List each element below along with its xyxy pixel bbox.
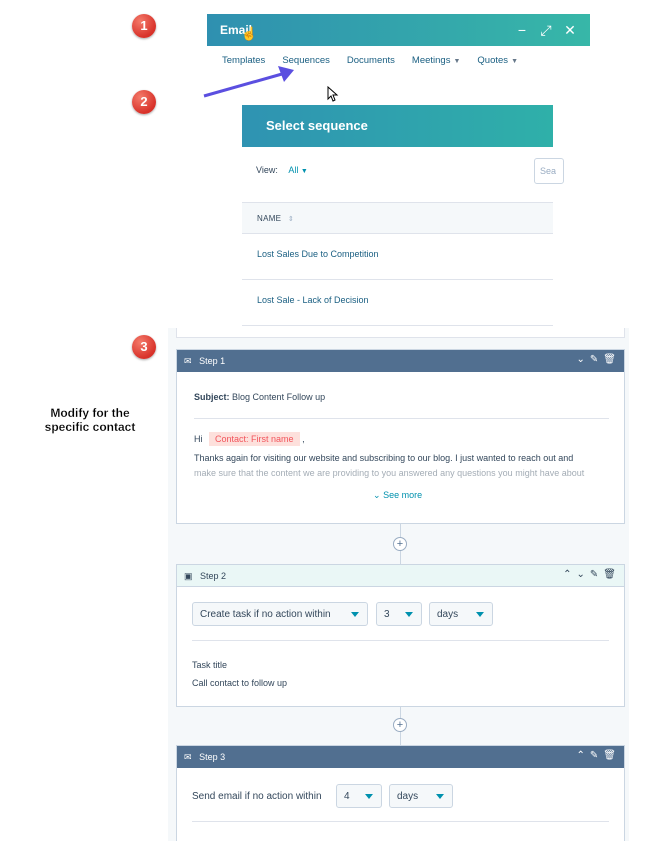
search-placeholder: Sea <box>540 166 557 176</box>
chevron-down-icon: ▼ <box>453 58 461 65</box>
hand-pointer-icon: ☝ <box>241 26 258 41</box>
mouse-cursor-icon <box>327 86 339 102</box>
task-action-value: Create task if no action within <box>200 609 331 620</box>
view-filter-value: All <box>288 165 299 175</box>
minimize-icon[interactable]: − <box>516 21 528 39</box>
caret-down-icon <box>365 794 373 799</box>
step-1-actions: ⌄ ✎ 🗑 <box>577 354 616 365</box>
task-icon: ▣ <box>184 571 193 581</box>
caret-down-icon <box>351 612 359 617</box>
step-3-label: Step 3 <box>199 752 226 762</box>
expand-icon[interactable]: ⤢ <box>540 21 552 39</box>
task-delay-unit: days <box>437 609 459 620</box>
step-card-3: ✉ Step 3 ⌃ ✎ 🗑 Send email if no action w… <box>176 745 625 841</box>
trash-icon[interactable]: 🗑 <box>603 354 616 365</box>
column-header-label: NAME <box>257 214 282 223</box>
step-3-actions: ⌃ ✎ 🗑 <box>577 750 616 761</box>
envelope-icon: ✉ <box>184 752 192 762</box>
task-delay-unit-select[interactable]: days <box>429 602 493 626</box>
step-2-label: Step 2 <box>200 571 227 581</box>
divider <box>192 640 609 641</box>
caret-down-icon <box>436 794 444 799</box>
see-more-link[interactable]: ⌄ See more <box>373 490 422 501</box>
nav-documents-label: Documents <box>346 55 395 66</box>
select-sequence-title: Select sequence <box>242 105 553 147</box>
task-title-label: Task title <box>192 660 228 670</box>
edit-icon[interactable]: ✎ <box>590 569 598 580</box>
email-delay-count: 4 <box>344 791 350 802</box>
view-filter[interactable]: View: All ▼ <box>256 165 308 175</box>
chevron-down-icon: ⌄ <box>373 490 381 500</box>
add-step-button[interactable]: + <box>393 718 407 732</box>
trash-icon[interactable]: 🗑 <box>603 750 616 761</box>
task-title-value: Call contact to follow up <box>192 678 288 688</box>
sequence-link[interactable]: Lost Sales Due to Competition <box>257 249 379 259</box>
caret-down-icon <box>405 612 413 617</box>
step-2-actions: ⌃ ⌄ ✎ 🗑 <box>563 569 616 580</box>
divider <box>194 418 609 419</box>
sequence-link[interactable]: Lost Sale - Lack of Decision <box>257 295 369 305</box>
sort-icon: ⇕ <box>287 216 295 223</box>
step-badge-2: 2 <box>132 90 156 114</box>
step-3-header: ✉ Step 3 ⌃ ✎ 🗑 <box>177 746 624 768</box>
step-1-header: ✉ Step 1 ⌄ ✎ 🗑 <box>177 350 624 372</box>
step-card-1: ✉ Step 1 ⌄ ✎ 🗑 Subject: Blog Content Fol… <box>176 349 625 524</box>
previous-card-edge <box>176 328 625 338</box>
chevron-up-icon[interactable]: ⌃ <box>563 569 571 580</box>
step-1-label: Step 1 <box>199 356 226 366</box>
see-more-label: See more <box>383 490 423 500</box>
nav-meetings[interactable]: Meetings ▼ <box>412 55 461 66</box>
nav-documents[interactable]: Documents <box>347 55 395 66</box>
chevron-down-icon[interactable]: ⌄ <box>577 354 585 365</box>
step-1-subject: Subject: Blog Content Follow up <box>194 392 325 402</box>
sequence-row[interactable]: Lost Sales Due to Competition <box>242 234 553 280</box>
email-delay-unit: days <box>397 791 419 802</box>
email-window-header[interactable]: Email ☝ − ⤢ ✕ <box>207 14 590 46</box>
window-controls: − ⤢ ✕ <box>516 21 576 39</box>
task-delay-count: 3 <box>384 609 390 620</box>
add-step-button[interactable]: + <box>393 537 407 551</box>
email-action-label: Send email if no action within <box>192 791 322 802</box>
step-badge-1: 1 <box>132 14 156 38</box>
pointer-arrow-icon <box>203 66 294 98</box>
divider <box>192 821 609 822</box>
caret-down-icon <box>476 612 484 617</box>
email-greeting: Hi Contact: First name , <box>194 432 305 446</box>
sequence-search-input[interactable]: Sea <box>534 158 564 184</box>
table-header-name[interactable]: NAME ⇕ <box>242 202 553 234</box>
annotation-note: Modify for the specific contact <box>44 406 136 434</box>
body-line: make sure that the content we are provid… <box>194 468 585 478</box>
task-delay-count-select[interactable]: 3 <box>376 602 422 626</box>
body-line: Thanks again for visiting our website an… <box>194 453 574 463</box>
personalization-token[interactable]: Contact: First name <box>209 432 300 446</box>
task-action-select[interactable]: Create task if no action within <box>192 602 368 626</box>
step-card-2: ▣ Step 2 ⌃ ⌄ ✎ 🗑 Create task if no actio… <box>176 564 625 707</box>
email-delay-count-select[interactable]: 4 <box>336 784 382 808</box>
view-filter-label: View: <box>256 165 278 175</box>
sequence-row[interactable]: Lost Sale - Lack of Decision <box>242 280 553 326</box>
nav-quotes-label: Quotes <box>477 55 509 66</box>
envelope-icon: ✉ <box>184 356 192 366</box>
email-body: Thanks again for visiting our website an… <box>194 451 614 481</box>
select-sequence-panel: Select sequence View: All ▼ Sea NAME ⇕ L… <box>242 105 564 330</box>
greeting-comma: , <box>302 434 305 444</box>
close-icon[interactable]: ✕ <box>564 21 576 39</box>
greeting-text: Hi <box>194 434 203 444</box>
step-2-header: ▣ Step 2 ⌃ ⌄ ✎ 🗑 <box>177 565 624 587</box>
edit-icon[interactable]: ✎ <box>590 354 598 365</box>
chevron-down-icon[interactable]: ⌄ <box>577 569 585 580</box>
subject-value: Blog Content Follow up <box>232 392 326 402</box>
trash-icon[interactable]: 🗑 <box>603 569 616 580</box>
email-delay-unit-select[interactable]: days <box>389 784 453 808</box>
subject-label: Subject: <box>194 392 230 402</box>
chevron-down-icon: ▼ <box>511 58 518 65</box>
nav-meetings-label: Meetings <box>411 55 451 66</box>
chevron-down-icon: ▼ <box>300 168 308 175</box>
step-badge-3: 3 <box>132 335 156 359</box>
edit-icon[interactable]: ✎ <box>590 750 598 761</box>
nav-quotes[interactable]: Quotes ▼ <box>477 55 518 66</box>
chevron-up-icon[interactable]: ⌃ <box>577 750 585 761</box>
